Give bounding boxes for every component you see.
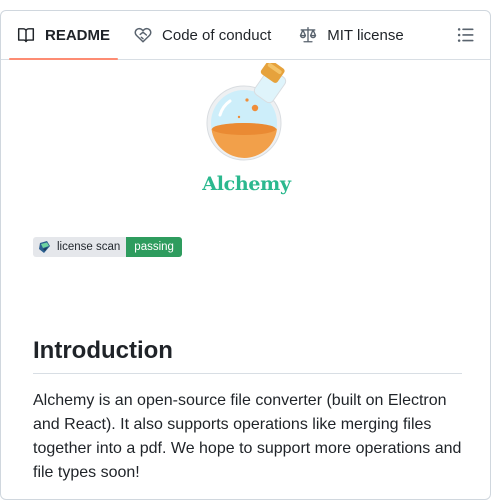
badge-right: passing: [126, 237, 182, 257]
tab-readme[interactable]: README: [9, 11, 119, 60]
fossa-icon: [38, 240, 52, 254]
tab-mit-license[interactable]: MIT license: [291, 11, 411, 59]
tab-bar: README Code of conduct MIT license: [1, 11, 490, 60]
tab-mit-license-label: MIT license: [327, 26, 404, 44]
logo-text: Alchemy: [202, 173, 291, 195]
heading-introduction: Introduction: [33, 337, 173, 364]
intro-paragraph: Alchemy is an open-source file converter…: [33, 392, 462, 481]
tab-code-of-conduct[interactable]: Code of conduct: [126, 11, 279, 59]
tab-code-of-conduct-label: Code of conduct: [162, 26, 272, 44]
readme-card: README Code of conduct MIT license Alche…: [0, 10, 491, 500]
badge-left: license scan: [33, 237, 127, 257]
list-unordered-icon[interactable]: [456, 25, 476, 45]
tab-readme-label: README: [45, 26, 111, 44]
badge-left-label: license scan: [57, 241, 121, 253]
heading-divider: [33, 373, 462, 374]
license-scan-badge[interactable]: license scan passing: [33, 237, 182, 257]
heart-handshake-icon: [134, 26, 152, 44]
book-icon: [17, 26, 35, 44]
alchemy-logo-flask: [203, 59, 293, 173]
scale-icon: [299, 26, 317, 44]
